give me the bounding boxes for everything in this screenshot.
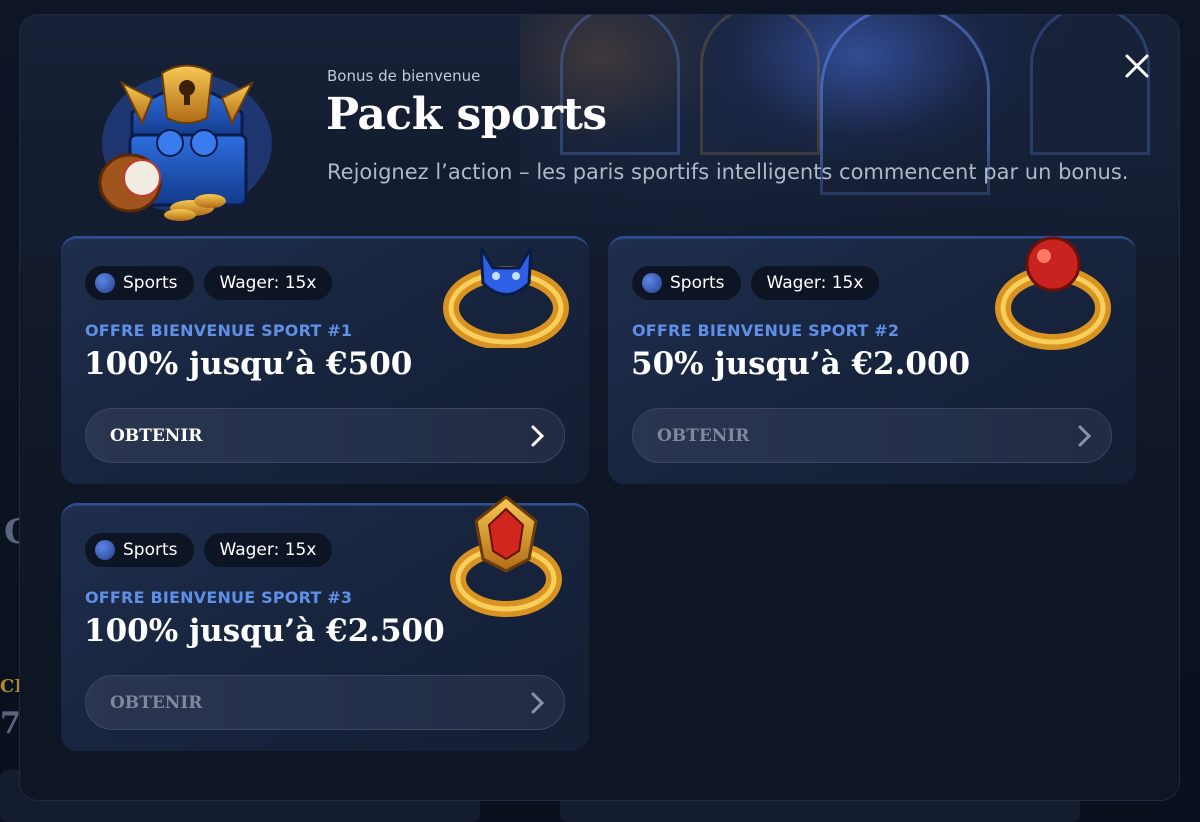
- offer-card: Sports Wager: 15x OFFRE BIENVENUE SPORT …: [608, 236, 1136, 484]
- chevron-right-icon: [1078, 425, 1092, 446]
- obtain-button[interactable]: OBTENIR: [632, 408, 1112, 463]
- modal-tagline: Rejoignez l’action – les paris sportifs …: [327, 160, 1129, 184]
- background-fragment: 7: [0, 706, 21, 741]
- offer-card: Sports Wager: 15x OFFRE BIENVENUE SPORT …: [61, 236, 589, 484]
- obtain-button-label: OBTENIR: [110, 425, 203, 446]
- chevron-right-icon: [531, 425, 545, 446]
- red-orb-ring-icon: [995, 236, 1111, 350]
- obtain-button-label: OBTENIR: [657, 425, 750, 446]
- close-icon[interactable]: [1123, 52, 1151, 80]
- obtain-button[interactable]: OBTENIR: [85, 675, 565, 730]
- category-chip: Sports: [85, 533, 194, 567]
- sports-ball-icon: [95, 540, 115, 560]
- offer-value: 50% jusqu’à €2.000: [631, 346, 971, 382]
- offer-label: OFFRE BIENVENUE SPORT #3: [85, 588, 353, 607]
- offer-card: Sports Wager: 15x OFFRE BIENVENUE SPORT …: [61, 495, 589, 751]
- offer-value: 100% jusqu’à €500: [84, 346, 413, 382]
- offer-label: OFFRE BIENVENUE SPORT #1: [85, 321, 353, 340]
- wager-chip: Wager: 15x: [203, 533, 333, 567]
- treasure-chest-icon: [98, 64, 272, 221]
- chevron-right-icon: [531, 692, 545, 713]
- sports-ball-icon: [95, 273, 115, 293]
- sports-ball-icon: [642, 273, 662, 293]
- demon-ring-icon: [443, 247, 569, 348]
- bonus-modal: Bonus de bienvenue Pack sports Rejoignez…: [20, 15, 1179, 800]
- wager-chip: Wager: 15x: [750, 266, 880, 300]
- category-label: Sports: [670, 273, 725, 293]
- offer-label: OFFRE BIENVENUE SPORT #2: [632, 321, 900, 340]
- modal-subtitle: Bonus de bienvenue: [327, 67, 481, 85]
- category-chip: Sports: [632, 266, 741, 300]
- obtain-button[interactable]: OBTENIR: [85, 408, 565, 463]
- ruby-ring-icon: [450, 495, 562, 617]
- offer-value: 100% jusqu’à €2.500: [84, 613, 445, 649]
- category-label: Sports: [123, 273, 178, 293]
- category-chip: Sports: [85, 266, 194, 300]
- modal-title: Pack sports: [326, 89, 607, 140]
- wager-chip: Wager: 15x: [203, 266, 333, 300]
- category-label: Sports: [123, 540, 178, 560]
- obtain-button-label: OBTENIR: [110, 692, 203, 713]
